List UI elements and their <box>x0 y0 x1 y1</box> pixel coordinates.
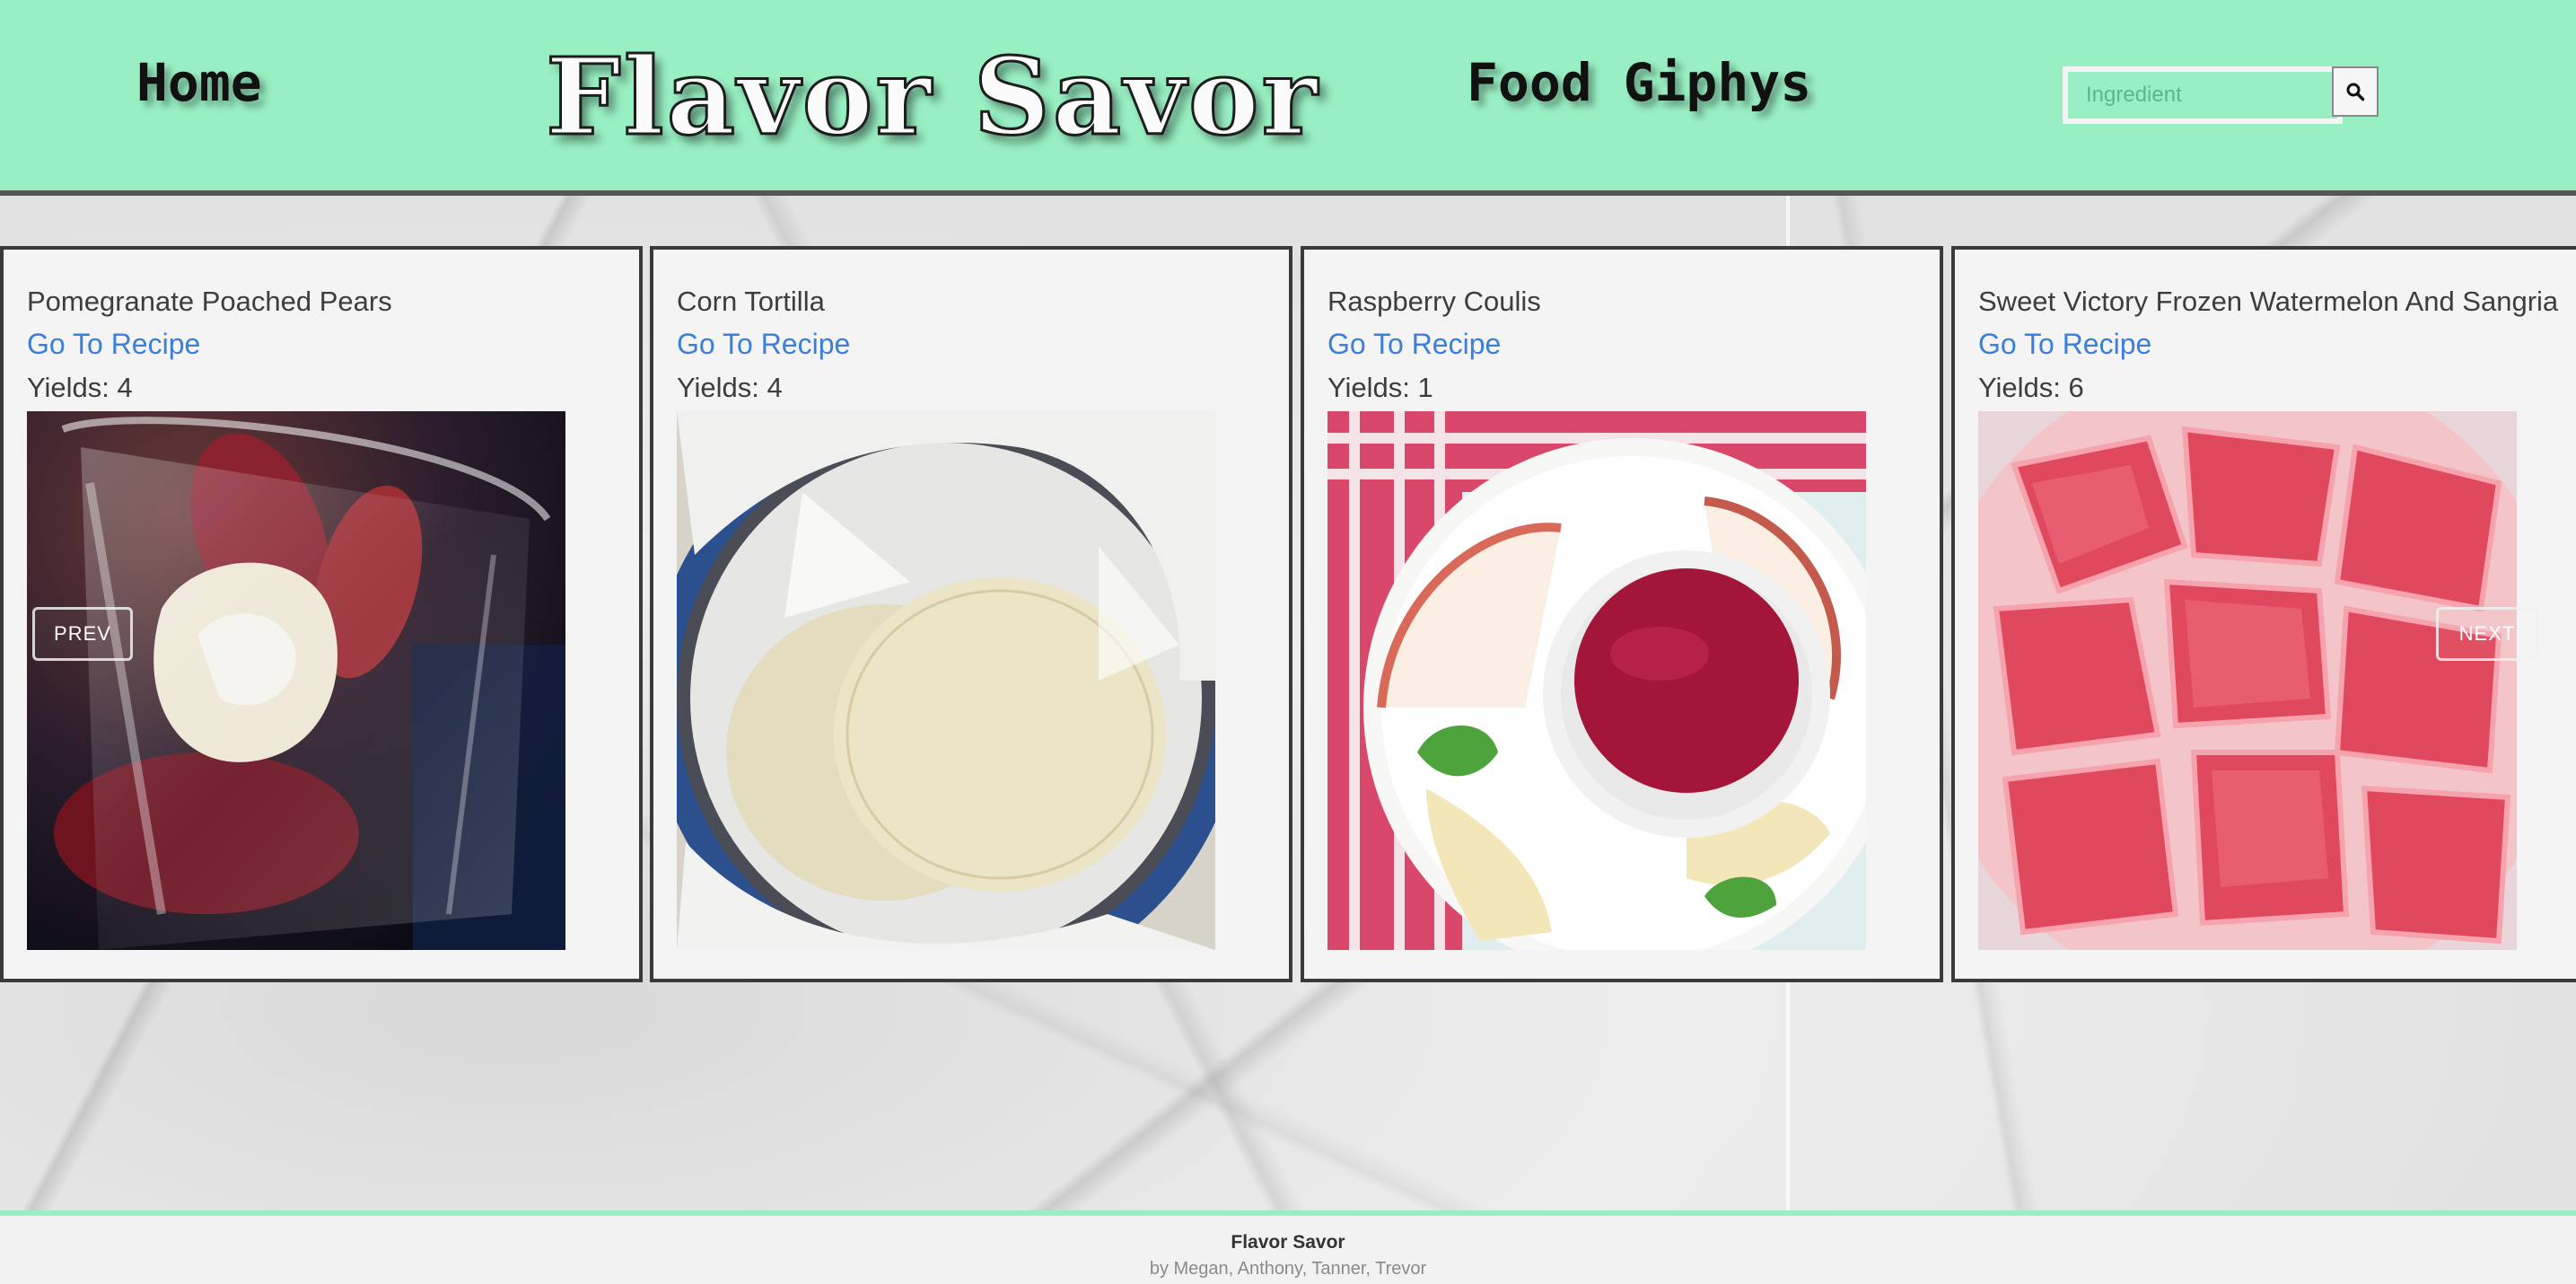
nav-home-link[interactable]: Home <box>136 52 262 113</box>
tortilla-image <box>677 411 1215 950</box>
go-to-recipe-link[interactable]: Go To Recipe <box>677 328 850 361</box>
pear-dessert-image <box>27 411 565 950</box>
site-logo-title[interactable]: Flavor Savor <box>545 33 1320 161</box>
recipe-yields: Yields: 4 <box>27 372 133 403</box>
ingredient-search-input[interactable] <box>2063 66 2343 124</box>
go-to-recipe-link[interactable]: Go To Recipe <box>1327 328 1501 361</box>
recipe-carousel: Pomegranate Poached Pears Go To Recipe Y… <box>0 246 2576 989</box>
recipe-card: Corn Tortilla Go To Recipe Yields: 4 <box>650 246 1292 982</box>
search-button[interactable] <box>2332 66 2379 117</box>
carousel-next-button[interactable]: NEXT <box>2436 607 2538 661</box>
recipe-title: Pomegranate Poached Pears <box>27 286 392 317</box>
recipe-yields: Yields: 1 <box>1327 372 1433 403</box>
recipe-title: Sweet Victory Frozen Watermelon And Sang… <box>1978 286 2559 317</box>
footer-credits: by Megan, Anthony, Tanner, Trevor <box>1149 1259 1427 1279</box>
site-header: Home Flavor Savor Food Giphys <box>0 0 2576 196</box>
site-footer: Flavor Savor by Megan, Anthony, Tanner, … <box>0 1210 2576 1284</box>
recipe-yields: Yields: 4 <box>677 372 783 403</box>
recipe-title: Corn Tortilla <box>677 286 825 317</box>
watermelon-image <box>1978 411 2517 950</box>
carousel-prev-button[interactable]: PREV <box>32 607 133 661</box>
recipe-title: Raspberry Coulis <box>1327 286 1541 317</box>
raspberry-coulis-image <box>1327 411 1866 950</box>
nav-food-giphys-link[interactable]: Food Giphys <box>1467 52 1811 113</box>
search-icon <box>2346 83 2365 101</box>
footer-title: Flavor Savor <box>1231 1232 1345 1253</box>
go-to-recipe-link[interactable]: Go To Recipe <box>27 328 200 361</box>
recipe-yields: Yields: 6 <box>1978 372 2084 403</box>
go-to-recipe-link[interactable]: Go To Recipe <box>1978 328 2151 361</box>
recipe-card: Raspberry Coulis Go To Recipe Yields: 1 <box>1301 246 1943 982</box>
